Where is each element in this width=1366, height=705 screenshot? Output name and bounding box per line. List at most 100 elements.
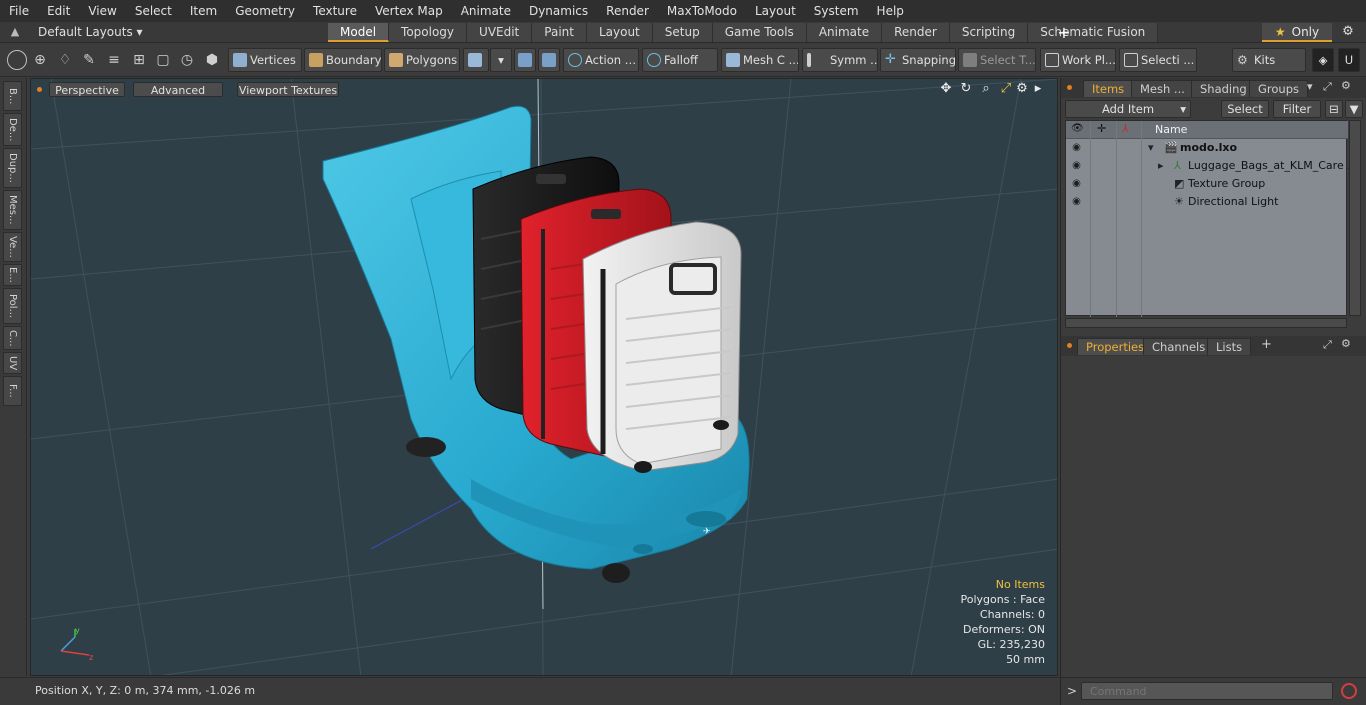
item-list-vscrollbar[interactable]	[1349, 120, 1361, 316]
stack-icon[interactable]: ≡	[105, 50, 123, 70]
tab-setup[interactable]: Setup	[652, 23, 713, 42]
name-column-header[interactable]: Name	[1155, 123, 1187, 136]
items-gear-icon[interactable]: ⚙	[1341, 79, 1351, 92]
layout-selector[interactable]: Default Layouts ▾	[32, 22, 143, 43]
cube-icon[interactable]: ⬢	[203, 50, 221, 70]
only-toggle[interactable]: ★ Only	[1262, 23, 1332, 42]
filter-button[interactable]: Filter	[1273, 100, 1321, 118]
tab-animate[interactable]: Animate	[806, 23, 883, 42]
visibility-column-icon[interactable]: 👁	[1071, 123, 1084, 134]
add-tab-icon[interactable]: +	[1261, 337, 1272, 352]
work-plane-button[interactable]: Work Pl...	[1040, 48, 1116, 72]
boundary-button[interactable]: Boundary	[304, 48, 382, 72]
tab-scripting[interactable]: Scripting	[949, 23, 1029, 42]
left-tab-deform[interactable]: De...	[3, 113, 22, 146]
menu-select[interactable]: Select	[126, 0, 181, 22]
left-tab-vertex[interactable]: Ve...	[3, 232, 22, 262]
tab-items[interactable]: Items	[1083, 80, 1134, 97]
menu-render[interactable]: Render	[597, 0, 658, 22]
tab-mesh[interactable]: Mesh ...	[1131, 80, 1194, 97]
eye-icon[interactable]: ◉	[1070, 178, 1083, 190]
tab-lists[interactable]: Lists	[1207, 338, 1252, 355]
tabs-more-icon[interactable]: ▾	[1307, 80, 1313, 93]
record-macro-icon[interactable]	[1341, 683, 1357, 699]
left-tab-edge[interactable]: E...	[3, 264, 22, 286]
selection-sets-button[interactable]: Selecti ...	[1119, 48, 1197, 72]
add-item-button[interactable]: Add Item ▾	[1065, 100, 1191, 118]
collapse-arrow-icon[interactable]: ▸	[1158, 159, 1164, 172]
tab-channels[interactable]: Channels	[1143, 338, 1215, 355]
gear-icon[interactable]: ⚙	[1340, 24, 1356, 40]
left-tab-curve[interactable]: C...	[3, 326, 22, 350]
viewport-menu-dot[interactable]	[37, 87, 42, 92]
menu-file[interactable]: File	[0, 0, 38, 22]
snapping-button[interactable]: ✛ Snapping	[880, 48, 956, 72]
add-tab-button[interactable]: +	[1056, 22, 1072, 43]
left-tab-basic[interactable]: B...	[3, 81, 22, 111]
left-tab-uv[interactable]: UV	[3, 352, 22, 374]
rotate-view-icon[interactable]: ↻	[958, 81, 974, 97]
tab-render[interactable]: Render	[882, 23, 950, 42]
polygons-button[interactable]: Polygons	[384, 48, 460, 72]
circle-select-icon[interactable]	[7, 50, 27, 70]
item-list[interactable]: 👁 ✛ ⅄ Name ◉ ▾ 🎬 modo.lxo ◉ ▸ ⅄ Luggage_…	[1065, 120, 1358, 317]
left-tab-fusion[interactable]: F...	[3, 376, 22, 406]
tab-schematic-fusion[interactable]: Schematic Fusion	[1028, 23, 1159, 42]
select-through-button[interactable]: Select T...	[958, 48, 1036, 72]
action-center-button[interactable]: Action …	[563, 48, 639, 72]
zoom-view-icon[interactable]: ⌕	[978, 81, 994, 97]
tab-groups[interactable]: Groups	[1249, 80, 1309, 97]
tab-uvedit[interactable]: UVEdit	[467, 23, 533, 42]
tab-shading[interactable]: Shading	[1191, 80, 1256, 97]
menu-geometry[interactable]: Geometry	[226, 0, 304, 22]
perspective-button[interactable]: Perspective	[49, 82, 125, 97]
mesh-constraint-button[interactable]: Mesh C ...	[721, 48, 799, 72]
menu-dynamics[interactable]: Dynamics	[520, 0, 597, 22]
menu-animate[interactable]: Animate	[452, 0, 520, 22]
advanced-button[interactable]: Advanced	[133, 82, 223, 97]
left-tab-mesh-edit[interactable]: Mes...	[3, 190, 22, 230]
mode-dropdown[interactable]: ▾	[490, 48, 512, 72]
viewport-textures-button[interactable]: Viewport Textures	[237, 82, 339, 97]
item-row-scene[interactable]: ◉ ▾ 🎬 modo.lxo	[1066, 139, 1348, 157]
globe-icon[interactable]: ⊕	[31, 50, 49, 70]
menu-view[interactable]: View	[79, 0, 125, 22]
home-icon[interactable]: ▲	[8, 25, 22, 39]
left-tab-polygon[interactable]: Pol...	[3, 288, 22, 324]
expand-arrow-icon[interactable]: ▾	[1148, 141, 1154, 154]
square-icon[interactable]: ▢	[154, 50, 172, 70]
eye-icon[interactable]: ◉	[1070, 196, 1083, 208]
symmetry-button[interactable]: Symm ...	[802, 48, 878, 72]
menu-item[interactable]: Item	[181, 0, 226, 22]
select-button[interactable]: Select	[1221, 100, 1269, 118]
command-input[interactable]	[1081, 682, 1333, 700]
move-view-icon[interactable]: ✥	[938, 81, 954, 97]
items-panel-menu-dot[interactable]	[1067, 85, 1072, 90]
render-column-icon[interactable]: ⅄	[1122, 122, 1129, 135]
menu-edit[interactable]: Edit	[38, 0, 79, 22]
brush-icon[interactable]: ✎	[80, 50, 98, 70]
viewport-expand-icon[interactable]: ▸	[1030, 81, 1046, 97]
tab-layout[interactable]: Layout	[586, 23, 653, 42]
menu-texture[interactable]: Texture	[304, 0, 366, 22]
float-props-icon[interactable]: ⤢	[1323, 338, 1332, 352]
clock-icon[interactable]: ◷	[178, 50, 196, 70]
vertices-button[interactable]: Vertices	[228, 48, 302, 72]
falloff-button[interactable]: Falloff	[642, 48, 718, 72]
tab-paint[interactable]: Paint	[532, 23, 587, 42]
3d-viewport[interactable]: ✈ y z Perspective Advanced Viewport Text…	[30, 78, 1058, 676]
unity-button[interactable]: ◈	[1312, 48, 1334, 72]
kits-button[interactable]: ⚙ Kits	[1232, 48, 1306, 72]
menu-vertex-map[interactable]: Vertex Map	[366, 0, 452, 22]
viewport-gear-icon[interactable]: ⚙	[1014, 81, 1030, 97]
grid-icon[interactable]: ⊞	[130, 50, 148, 70]
menu-help[interactable]: Help	[868, 0, 913, 22]
tab-model[interactable]: Model	[328, 23, 390, 42]
unreal-button[interactable]: U	[1338, 48, 1360, 72]
funnel-icon[interactable]: ▼	[1345, 100, 1363, 118]
tab-topology[interactable]: Topology	[389, 23, 468, 42]
lock-column-icon[interactable]: ✛	[1097, 122, 1106, 135]
maximize-view-icon[interactable]: ⤢	[998, 81, 1014, 97]
menu-layout[interactable]: Layout	[746, 0, 805, 22]
pen-icon[interactable]: ♢	[56, 50, 74, 70]
